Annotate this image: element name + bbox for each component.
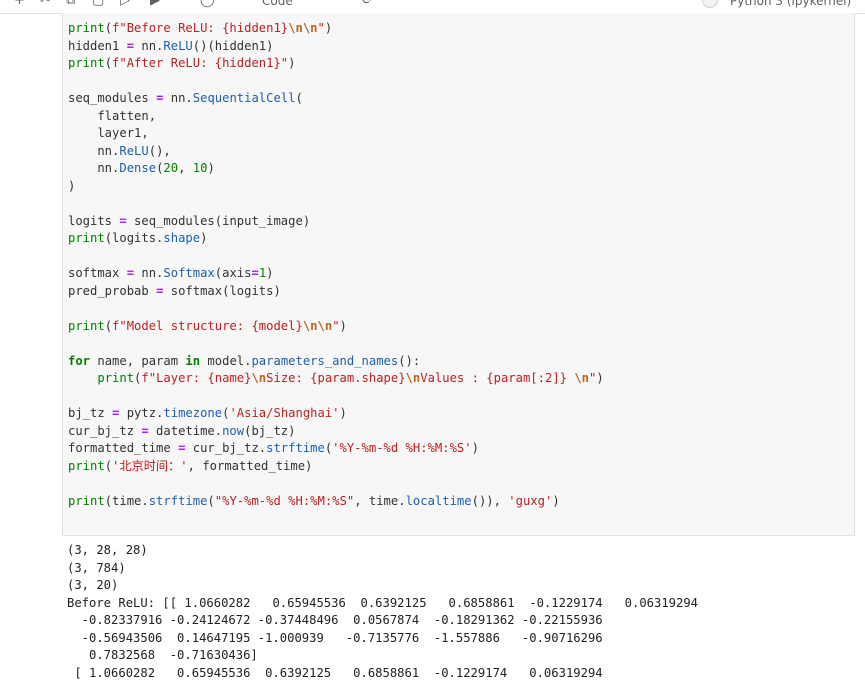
code-line[interactable]: hidden1 = nn.ReLU()(hidden1) [68,38,604,56]
output-line: -0.56943506 0.14647195 -1.000939 -0.7135… [67,630,698,648]
code-line[interactable]: pred_probab = softmax(logits) [68,283,604,301]
code-line[interactable]: ​ [68,475,604,493]
run-icon[interactable]: ▷ [120,0,130,8]
code-line[interactable]: ​ [68,195,604,213]
code-line[interactable]: nn.Dense(20, 10) [68,160,604,178]
output-line: (3, 20) [67,577,698,595]
run-all-icon[interactable]: ▶ [150,0,160,8]
code-line[interactable]: ​ [68,388,604,406]
notebook-toolbar: + ✂ ⧉ ▢ ▷ ▶ ◯ ⟳ Code Python 3 (ipykernel… [0,0,865,14]
code-line[interactable]: ​ [68,248,604,266]
output-line: [ 1.0660282 0.65945536 0.6392125 0.68588… [67,665,698,682]
cell-output: (3, 28, 28)(3, 784)(3, 20)Before ReLU: [… [67,542,698,682]
code-line[interactable]: ​ [68,73,604,91]
code-line[interactable]: layer1, [68,125,604,143]
code-line[interactable]: print(f"Model structure: {model}\n\n") [68,318,604,336]
code-line[interactable]: cur_bj_tz = datetime.now(bj_tz) [68,423,604,441]
code-line[interactable]: formatted_time = cur_bj_tz.strftime('%Y-… [68,440,604,458]
restart-icon[interactable]: ⟳ [362,0,373,8]
code-line[interactable]: print(f"After ReLU: {hidden1}") [68,55,604,73]
output-line: -0.82337916 -0.24124672 -0.37448496 0.05… [67,612,698,630]
code-line[interactable]: seq_modules = nn.SequentialCell( [68,90,604,108]
code-line[interactable]: ​ [68,300,604,318]
code-cell[interactable]: print(f"Before ReLU: {hidden1}\n\n")hidd… [62,13,855,536]
paste-icon[interactable]: ▢ [92,0,104,8]
code-line[interactable]: softmax = nn.Softmax(axis=1) [68,265,604,283]
output-line: (3, 784) [67,560,698,578]
output-line: (3, 28, 28) [67,542,698,560]
kernel-name[interactable]: Python 3 (ipykernel) [730,0,851,8]
code-line[interactable]: print(time.strftime("%Y-%m-%d %H:%M:%S",… [68,493,604,511]
add-cell-icon[interactable]: + [14,0,25,8]
code-line[interactable]: ​ [68,335,604,353]
copy-icon[interactable]: ⧉ [66,0,75,8]
code-line[interactable]: ) [68,178,604,196]
code-line[interactable]: print(f"Layer: {name}\nSize: {param.shap… [68,370,604,388]
code-line[interactable]: print('北京时间：', formatted_time) [68,458,604,476]
output-line: Before ReLU: [[ 1.0660282 0.65945536 0.6… [67,595,698,613]
cell-type-select[interactable]: Code [262,0,293,8]
cut-icon[interactable]: ✂ [40,0,51,8]
output-line: 0.7832568 -0.71630436] [67,647,698,665]
code-editor[interactable]: print(f"Before ReLU: {hidden1}\n\n")hidd… [68,20,604,510]
kernel-status-icon [702,0,718,8]
code-line[interactable]: flatten, [68,108,604,126]
interrupt-icon[interactable]: ◯ [200,0,215,8]
code-line[interactable]: print(f"Before ReLU: {hidden1}\n\n") [68,20,604,38]
code-line[interactable]: bj_tz = pytz.timezone('Asia/Shanghai') [68,405,604,423]
code-line[interactable]: for name, param in model.parameters_and_… [68,353,604,371]
code-line[interactable]: print(logits.shape) [68,230,604,248]
code-line[interactable]: logits = seq_modules(input_image) [68,213,604,231]
code-line[interactable]: nn.ReLU(), [68,143,604,161]
